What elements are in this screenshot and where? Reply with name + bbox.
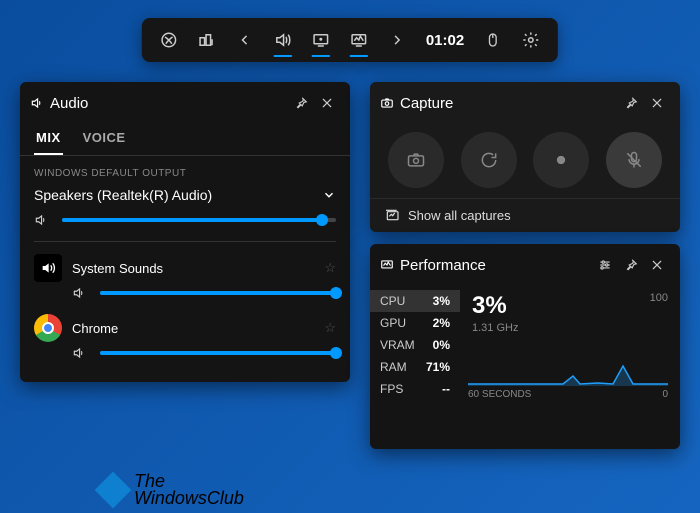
app-name: Chrome xyxy=(72,321,314,336)
x-right: 0 xyxy=(662,389,668,400)
divider xyxy=(34,241,336,242)
performance-header[interactable]: Performance xyxy=(370,244,680,286)
performance-body: CPU3% GPU2% VRAM0% RAM71% FPS-- 3% 1.31 … xyxy=(370,286,680,404)
speaker-icon xyxy=(30,96,44,110)
system-sounds-icon xyxy=(34,254,62,282)
x-left: 60 SECONDS xyxy=(468,389,531,400)
speaker-icon xyxy=(72,346,90,360)
performance-icon xyxy=(380,258,394,272)
y-max: 100 xyxy=(650,292,668,304)
mouse-icon[interactable] xyxy=(474,21,512,59)
capture-header[interactable]: Capture xyxy=(370,82,680,124)
capture-widget: Capture Show all captures xyxy=(370,82,680,232)
watermark: The WindowsClub xyxy=(100,473,244,507)
audio-title: Audio xyxy=(50,95,288,112)
mic-off-button[interactable] xyxy=(606,132,662,188)
app-name: System Sounds xyxy=(72,261,314,276)
output-device-selector[interactable]: Speakers (Realtek(R) Audio) xyxy=(20,183,350,209)
pin-icon[interactable] xyxy=(288,90,314,116)
show-all-captures[interactable]: Show all captures xyxy=(370,198,680,231)
next-icon[interactable] xyxy=(378,21,416,59)
performance-tab-icon[interactable] xyxy=(340,21,378,59)
record-last-button[interactable] xyxy=(461,132,517,188)
slider-track[interactable] xyxy=(100,351,336,355)
performance-widget: Performance CPU3% GPU2% VRAM0% RAM71% FP… xyxy=(370,244,680,449)
system-volume-slider[interactable] xyxy=(20,282,350,308)
graph-pane: 3% 1.31 GHz 100 60 SECONDS 0 xyxy=(460,286,680,404)
star-icon[interactable]: ☆ xyxy=(324,260,336,276)
close-icon[interactable] xyxy=(314,90,340,116)
gallery-icon xyxy=(384,207,400,223)
capture-tab-icon[interactable] xyxy=(302,21,340,59)
audio-tabs: MIX VOICE xyxy=(20,124,350,156)
chevron-down-icon xyxy=(322,188,336,202)
capture-title: Capture xyxy=(400,95,618,112)
performance-title: Performance xyxy=(400,257,592,274)
close-icon[interactable] xyxy=(644,90,670,116)
screenshot-button[interactable] xyxy=(388,132,444,188)
output-section-label: WINDOWS DEFAULT OUTPUT xyxy=(20,156,350,183)
star-icon[interactable]: ☆ xyxy=(324,320,336,336)
speaker-icon xyxy=(72,286,90,300)
app-row-system: System Sounds ☆ xyxy=(20,248,350,282)
metric-gpu[interactable]: GPU2% xyxy=(370,312,460,334)
tab-voice[interactable]: VOICE xyxy=(81,124,128,155)
audio-header[interactable]: Audio xyxy=(20,82,350,124)
slider-track[interactable] xyxy=(100,291,336,295)
metric-vram[interactable]: VRAM0% xyxy=(370,334,460,356)
x-axis: 60 SECONDS 0 xyxy=(468,389,668,400)
watermark-logo xyxy=(95,472,132,509)
show-all-label: Show all captures xyxy=(408,208,511,223)
chrome-icon xyxy=(34,314,62,342)
game-bar-toolbar: 01:02 xyxy=(142,18,558,62)
metric-fps[interactable]: FPS-- xyxy=(370,378,460,400)
capture-buttons xyxy=(370,124,680,198)
settings-icon[interactable] xyxy=(512,21,550,59)
cpu-graph xyxy=(468,316,668,386)
speaker-icon xyxy=(34,213,52,227)
prev-icon[interactable] xyxy=(226,21,264,59)
xbox-icon[interactable] xyxy=(150,21,188,59)
metric-ram[interactable]: RAM71% xyxy=(370,356,460,378)
close-icon[interactable] xyxy=(644,252,670,278)
device-name: Speakers (Realtek(R) Audio) xyxy=(34,187,322,203)
audio-widget: Audio MIX VOICE WINDOWS DEFAULT OUTPUT S… xyxy=(20,82,350,382)
chrome-volume-slider[interactable] xyxy=(20,342,350,368)
app-row-chrome: Chrome ☆ xyxy=(20,308,350,342)
camera-icon xyxy=(380,96,394,110)
clock: 01:02 xyxy=(416,32,474,49)
audio-tab-icon[interactable] xyxy=(264,21,302,59)
options-icon[interactable] xyxy=(592,252,618,278)
widgets-icon[interactable] xyxy=(188,21,226,59)
metric-cpu[interactable]: CPU3% xyxy=(370,290,460,312)
master-volume-slider[interactable] xyxy=(20,209,350,235)
record-button[interactable] xyxy=(533,132,589,188)
metrics-list: CPU3% GPU2% VRAM0% RAM71% FPS-- xyxy=(370,286,460,404)
tab-mix[interactable]: MIX xyxy=(34,124,63,155)
slider-track[interactable] xyxy=(62,218,336,222)
watermark-text: The WindowsClub xyxy=(134,473,244,507)
pin-icon[interactable] xyxy=(618,252,644,278)
pin-icon[interactable] xyxy=(618,90,644,116)
